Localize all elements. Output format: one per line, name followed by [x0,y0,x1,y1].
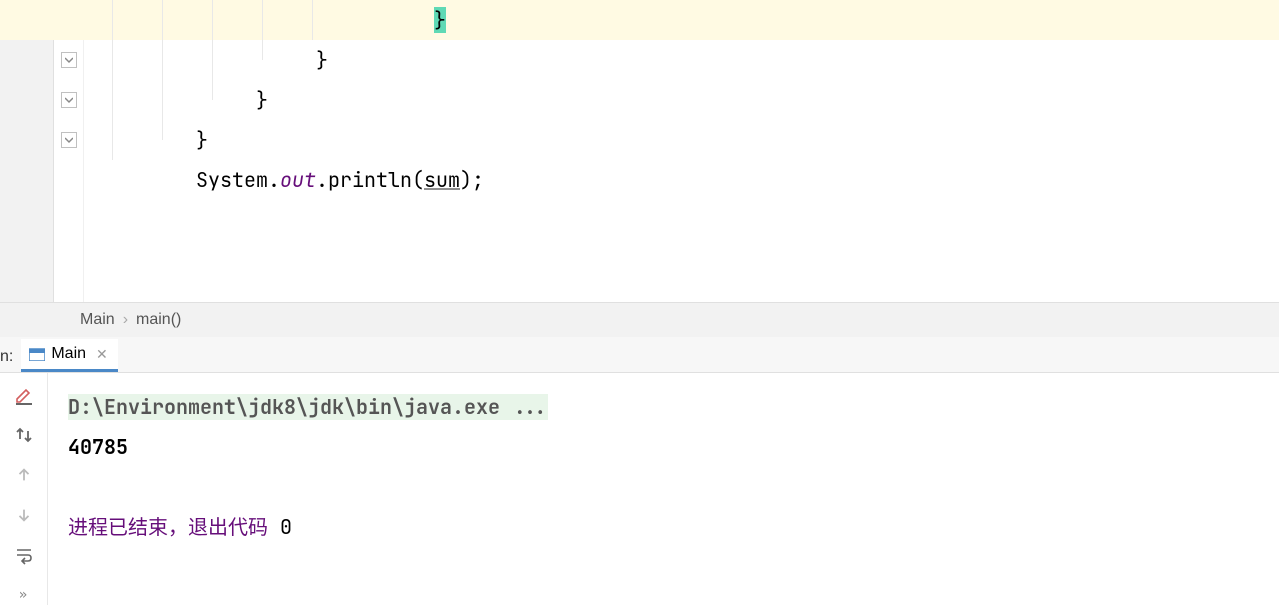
underline-pencil-icon[interactable] [14,385,34,405]
code-line[interactable]: } [84,80,1279,120]
console-area: » D:\Environment\jdk8\jdk\bin\java.exe .… [0,373,1279,605]
editor-area[interactable]: } } } } System.out.println(sum); [0,0,1279,302]
breadcrumb-class[interactable]: Main [80,311,115,329]
run-tab-bar: n: Main ✕ [0,337,1279,373]
more-icon[interactable]: » [14,585,34,605]
brace-close: } [256,87,268,113]
code-content[interactable]: } } } } System.out.println(sum); [84,0,1279,302]
token-println: println [328,167,412,193]
console-output-line: 40785 [68,427,1259,467]
code-line[interactable]: System.out.println(sum); [84,160,1279,200]
console-command-line: D:\Environment\jdk8\jdk\bin\java.exe ... [68,394,548,420]
up-down-arrows-icon[interactable] [14,425,34,445]
softwrap-icon[interactable] [14,545,34,565]
token-sum: sum [424,167,460,193]
code-line[interactable]: } [84,40,1279,80]
breadcrumb[interactable]: Main › main() [0,302,1279,338]
brace-close: } [196,127,208,153]
run-tab-label: Main [51,345,86,363]
chevron-right-icon: › [123,311,128,329]
fold-marker-icon[interactable] [61,92,77,108]
code-line[interactable]: } [84,0,1279,40]
close-icon[interactable]: ✕ [96,346,108,363]
arrow-down-icon[interactable] [14,505,34,525]
brace-close: } [434,7,446,33]
fold-marker-icon[interactable] [61,52,77,68]
code-line[interactable]: } [84,120,1279,160]
run-tab-main[interactable]: Main ✕ [21,339,117,372]
editor-gutter[interactable] [54,0,84,302]
console-toolbar: » [0,373,48,605]
application-icon [29,347,45,361]
token-system: System [196,167,268,193]
console-blank-line [68,467,1259,507]
token-out: out [280,167,316,193]
breadcrumb-method[interactable]: main() [136,311,181,329]
editor-left-margin [0,0,54,302]
arrow-up-icon[interactable] [14,465,34,485]
tool-window-label: n: [0,348,21,372]
fold-marker-icon[interactable] [61,132,77,148]
console-exit-line: 进程已结束，退出代码 0 [68,507,1259,547]
console-output[interactable]: D:\Environment\jdk8\jdk\bin\java.exe ...… [48,373,1279,605]
brace-close: } [316,47,328,73]
